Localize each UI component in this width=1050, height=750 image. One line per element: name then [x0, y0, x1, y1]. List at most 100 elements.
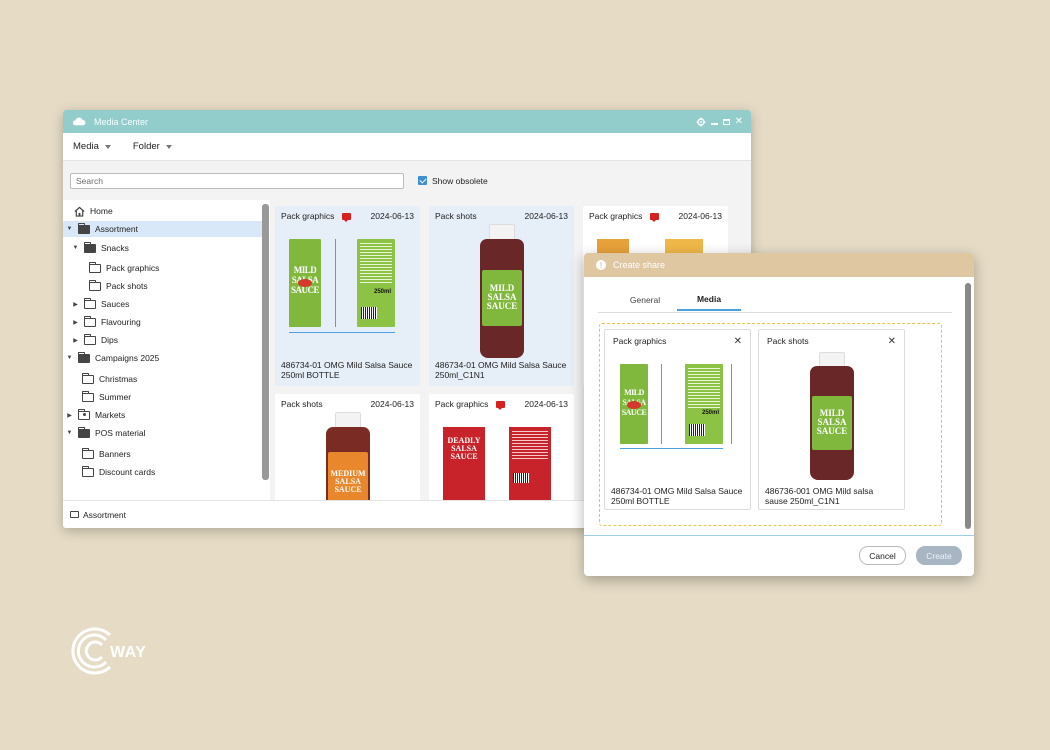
folder-open-icon [83, 241, 96, 253]
card-date: 2024-06-13 [370, 399, 414, 409]
collapsed-triangle-icon[interactable]: ▶ [72, 337, 79, 344]
folder-icon [81, 372, 94, 384]
bottle-thumbnail: MILD SALSA SAUCE [479, 224, 525, 358]
tree-item-pos-material[interactable]: ▼ POS material [66, 425, 146, 441]
tree-item-banners[interactable]: Banners [81, 446, 131, 462]
show-obsolete-toggle[interactable]: Show obsolete [418, 176, 488, 186]
tree-item-dips[interactable]: ▶ Dips [72, 332, 118, 348]
search-input[interactable] [70, 172, 404, 189]
tree-item-pack-graphics[interactable]: Pack graphics [88, 260, 160, 276]
collapsed-triangle-icon[interactable]: ▶ [66, 412, 73, 419]
collapsed-triangle-icon[interactable]: ▶ [72, 319, 79, 326]
remove-icon[interactable]: ✕ [888, 336, 896, 347]
cway-logo: WAY [66, 623, 146, 679]
tree-item-home[interactable]: Home [74, 203, 113, 219]
card-header: Pack shots 2024-06-13 [429, 206, 574, 226]
card-header: Pack graphics 2024-06-13 [583, 206, 728, 226]
media-dropzone[interactable]: Pack graphics ✕ MILD SALSA SAUCE 250ml 4… [599, 323, 942, 526]
tree-item-flavouring[interactable]: ▶ Flavouring [72, 314, 141, 330]
menu-folder[interactable]: Folder [133, 141, 172, 152]
bottle-label: MILD SALSA SAUCE [812, 396, 852, 450]
tree-item-label: Banners [99, 449, 131, 459]
share-item-card[interactable]: Pack shots ✕ MILD SALSA SAUCE 486736-001… [758, 329, 905, 510]
cancel-button[interactable]: Cancel [859, 546, 906, 565]
media-card[interactable]: Pack graphics 2024-06-13 DEADLY SALSA SA… [429, 394, 574, 500]
card-type: Pack graphics [435, 399, 489, 409]
bottle-label-title: MILD SALSA SAUCE [486, 283, 518, 311]
minimize-icon[interactable] [710, 123, 718, 125]
dimension-line [661, 364, 662, 444]
menu-media[interactable]: Media [73, 141, 111, 152]
card-header: Pack graphics 2024-06-13 [275, 206, 420, 226]
tree-scrollbar[interactable] [262, 204, 269, 480]
dialog-footer-divider [584, 535, 974, 536]
folder-icon [81, 465, 94, 477]
chevron-down-icon [165, 144, 172, 149]
share-item-header: Pack shots ✕ [759, 330, 904, 352]
tree-item-label: Summer [99, 392, 132, 402]
tree-item-christmas[interactable]: Christmas [81, 371, 137, 387]
tree-item-snacks[interactable]: ▼ Snacks [72, 240, 129, 256]
card-header: Pack shots 2024-06-13 [275, 394, 420, 414]
share-item-card[interactable]: Pack graphics ✕ MILD SALSA SAUCE 250ml 4… [604, 329, 751, 510]
tree-item-discount-cards[interactable]: Discount cards [81, 464, 155, 480]
tree-item-label: Flavouring [101, 317, 141, 327]
tree-item-summer[interactable]: Summer [81, 389, 132, 405]
dialog-titlebar[interactable]: ! Create share [584, 253, 974, 277]
tree-item-sauces[interactable]: ▶ Sauces [72, 296, 129, 312]
folder-icon [83, 333, 96, 345]
share-item-filename: 486736-001 OMG Mild salsa sause 250ml_C1… [765, 486, 874, 506]
share-item-header: Pack graphics ✕ [605, 330, 750, 352]
settings-icon[interactable] [696, 117, 706, 127]
remove-icon[interactable]: ✕ [734, 336, 742, 347]
collapsed-triangle-icon[interactable]: ▶ [72, 301, 79, 308]
comment-icon[interactable] [496, 400, 506, 410]
tree-item-pack-shots[interactable]: Pack shots [88, 278, 148, 294]
expanded-triangle-icon[interactable]: ▼ [66, 355, 73, 361]
expanded-triangle-icon[interactable]: ▼ [66, 226, 73, 232]
folder-icon [70, 511, 79, 518]
barcode-graphic [361, 307, 377, 319]
bottle-thumbnail: MEDIUM SALSA SAUCE [325, 412, 371, 500]
comment-icon[interactable] [342, 212, 352, 222]
maximize-icon[interactable] [722, 118, 730, 125]
media-card[interactable]: Pack graphics 2024-06-13 MILD SALSA SAUC… [275, 206, 420, 386]
tree-item-label: POS material [95, 428, 146, 438]
show-obsolete-checkbox[interactable] [418, 176, 427, 185]
tab-media[interactable]: Media [677, 289, 741, 311]
folder-icon [83, 315, 96, 327]
close-icon[interactable]: ✕ [735, 116, 743, 127]
bottle-label-title: MILD SALSA SAUCE [816, 408, 848, 436]
tree-item-markets[interactable]: ▶ Markets [66, 407, 125, 423]
pack-front-artwork: MILD SALSA SAUCE [620, 364, 648, 444]
tree-item-assortment[interactable]: ▼ Assortment [63, 221, 262, 237]
media-card[interactable]: Pack shots 2024-06-13 MILD SALSA SAUCE 4… [429, 206, 574, 386]
pack-front-title: DEADLY SALSA SAUCE [447, 436, 481, 461]
tab-divider [598, 312, 952, 313]
tree-item-label: Assortment [95, 224, 138, 234]
status-path: Assortment [83, 509, 126, 520]
tree-item-label: Campaigns 2025 [95, 353, 160, 363]
tree-item-label: Pack graphics [106, 263, 160, 273]
tree-item-label: Snacks [101, 243, 129, 253]
create-button[interactable]: Create [916, 546, 962, 565]
card-filename: 486734-01 OMG Mild Salsa Sauce 250ml_C1N… [435, 360, 567, 380]
folder-icon [88, 261, 101, 273]
ingredients-text-block [360, 243, 392, 283]
expanded-triangle-icon[interactable]: ▼ [72, 245, 79, 251]
folder-icon [83, 297, 96, 309]
comment-icon[interactable] [650, 212, 660, 222]
dialog-scrollbar[interactable] [965, 283, 971, 529]
tree-item-campaigns-2025[interactable]: ▼ Campaigns 2025 [66, 350, 159, 366]
expanded-triangle-icon[interactable]: ▼ [66, 430, 73, 436]
pack-back-artwork [509, 427, 551, 500]
bottle-label: MEDIUM SALSA SAUCE [328, 452, 368, 500]
logo-text: WAY [110, 644, 147, 661]
menu-folder-label: Folder [132, 141, 160, 152]
window-titlebar[interactable]: Media Center ✕ [63, 110, 751, 133]
pack-back-artwork: 250ml [357, 239, 395, 327]
cloud-icon [72, 117, 86, 126]
media-card[interactable]: Pack shots 2024-06-13 MEDIUM SALSA SAUCE [275, 394, 420, 500]
tab-general[interactable]: General [613, 289, 677, 311]
chili-graphic [627, 401, 641, 409]
